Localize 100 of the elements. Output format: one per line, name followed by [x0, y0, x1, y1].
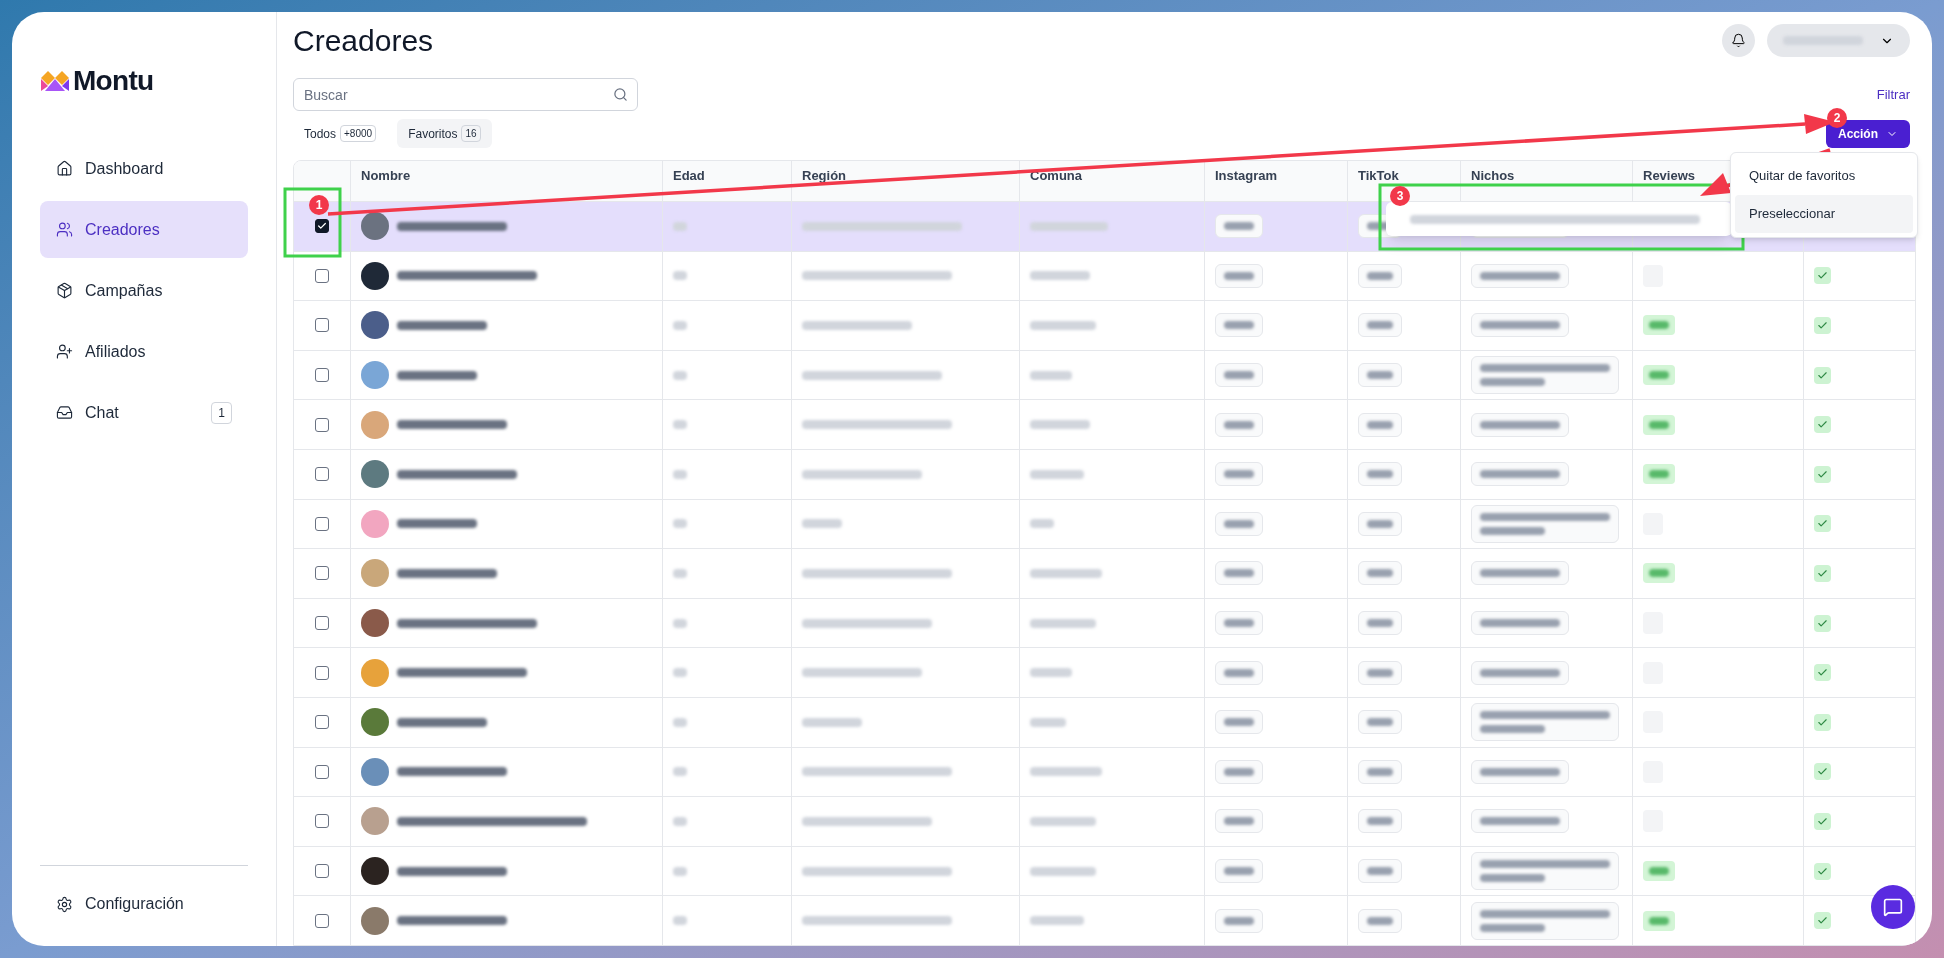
row-checkbox[interactable]: [315, 616, 329, 631]
column-header: Edad: [673, 167, 705, 185]
avatar: [361, 212, 389, 241]
table-row[interactable]: [294, 696, 1915, 747]
notifications-button[interactable]: [1722, 24, 1755, 57]
avatar: [361, 559, 389, 588]
home-icon: [56, 160, 73, 177]
row-checkbox[interactable]: [315, 665, 329, 680]
value-chip: [1358, 809, 1402, 834]
table-row[interactable]: [294, 349, 1915, 400]
redacted-text: [1030, 519, 1054, 529]
row-checkbox[interactable]: [315, 467, 329, 482]
value-chip: [1358, 561, 1402, 586]
redacted-text: [673, 916, 687, 926]
value-chip: [1215, 759, 1263, 784]
redacted-text: [673, 370, 687, 380]
settings-icon: [56, 895, 73, 913]
value-chip: [1215, 313, 1263, 338]
redacted-text: [1030, 866, 1096, 876]
row-checkbox[interactable]: [315, 566, 329, 581]
avatar: [361, 460, 389, 489]
row-checkbox[interactable]: [315, 913, 329, 928]
redacted-text: [673, 321, 687, 330]
avatar: [361, 857, 389, 885]
row-checkbox[interactable]: [315, 516, 329, 531]
redacted-text: [1030, 618, 1096, 628]
value-chip: [1358, 611, 1402, 636]
row-checkbox[interactable]: [315, 715, 329, 730]
value-chip: [1215, 511, 1263, 536]
value-chip: [1358, 759, 1402, 784]
bell-icon: [1731, 33, 1746, 48]
row-checkbox[interactable]: [315, 417, 329, 432]
redacted-text: [673, 717, 687, 727]
table-row[interactable]: [294, 796, 1915, 846]
sidebar-item[interactable]: Dashboard: [40, 140, 248, 197]
avatar: [361, 509, 389, 538]
menu-item[interactable]: Quitar de favoritos: [1735, 157, 1913, 195]
value-chip: [1215, 263, 1263, 288]
sidebar-item[interactable]: Afiliados: [40, 323, 248, 380]
sidebar-item[interactable]: Configuración: [40, 884, 248, 924]
value-chip: [1215, 710, 1263, 735]
avatar: [361, 410, 389, 439]
column-header: Reviews: [1643, 167, 1696, 185]
redacted-text: [802, 717, 862, 727]
avatar: [361, 757, 389, 786]
value-chip: [1358, 908, 1402, 933]
count-badge: +8000: [340, 125, 377, 142]
filter-tab[interactable]: Favoritos 16: [397, 119, 492, 148]
row-checkbox[interactable]: [315, 368, 329, 383]
avatar: [361, 658, 389, 687]
filter-link[interactable]: Filtrar: [1876, 84, 1916, 105]
redacted-text: [1030, 717, 1066, 727]
table-row[interactable]: [294, 647, 1915, 697]
redacted-text: [802, 519, 842, 529]
filter-tab[interactable]: Todos +8000: [293, 119, 388, 148]
table-row[interactable]: [294, 597, 1915, 648]
value-chip: [1358, 313, 1402, 338]
value-chip: [1358, 511, 1402, 536]
value-chip: [1215, 611, 1263, 636]
avatar: [361, 261, 389, 290]
redacted-text: [673, 469, 687, 479]
table-row[interactable]: [294, 448, 1915, 499]
search-icon: [613, 87, 628, 102]
value-chip: [1215, 462, 1263, 487]
redacted-text: [673, 866, 687, 876]
sidebar-item[interactable]: Chat 1: [40, 384, 248, 441]
table-row[interactable]: [294, 300, 1915, 350]
value-chip: [1215, 214, 1263, 239]
value-chip: [1358, 660, 1402, 685]
value-chip: [1215, 660, 1263, 685]
row-checkbox[interactable]: [315, 268, 329, 283]
chat-icon: [1883, 897, 1903, 917]
check-icon: [317, 221, 327, 232]
value-chip: [1358, 363, 1402, 388]
redacted-text: [1030, 469, 1084, 479]
row-checkbox[interactable]: [315, 764, 329, 779]
table-row[interactable]: [294, 250, 1915, 301]
column-header: Nichos: [1471, 167, 1515, 185]
row-checkbox[interactable]: [315, 864, 329, 878]
avatar: [361, 807, 389, 836]
highlight-frame: [283, 187, 342, 258]
redacted-text: [673, 519, 687, 529]
table-row[interactable]: [294, 845, 1915, 896]
logo-icon: [41, 71, 69, 91]
column-header: Comuna: [1030, 167, 1082, 185]
table-row[interactable]: [294, 895, 1915, 945]
column-header: Instagram: [1215, 167, 1278, 185]
inbox-icon: [56, 404, 73, 421]
value-chip: [1215, 859, 1263, 883]
row-checkbox[interactable]: [315, 318, 329, 333]
row-checkbox[interactable]: [315, 814, 329, 829]
value-chip: [1358, 462, 1402, 487]
menu-item[interactable]: Preseleccionar: [1735, 195, 1913, 233]
row-checkbox[interactable]: [315, 219, 329, 234]
sidebar-item[interactable]: Creadores: [40, 201, 248, 258]
table-row[interactable]: [294, 746, 1915, 797]
search-field[interactable]: Buscar: [293, 78, 638, 111]
value-chip: [1358, 412, 1402, 437]
sidebar-item[interactable]: Campañas: [40, 262, 248, 319]
value-chip: [1358, 859, 1402, 883]
